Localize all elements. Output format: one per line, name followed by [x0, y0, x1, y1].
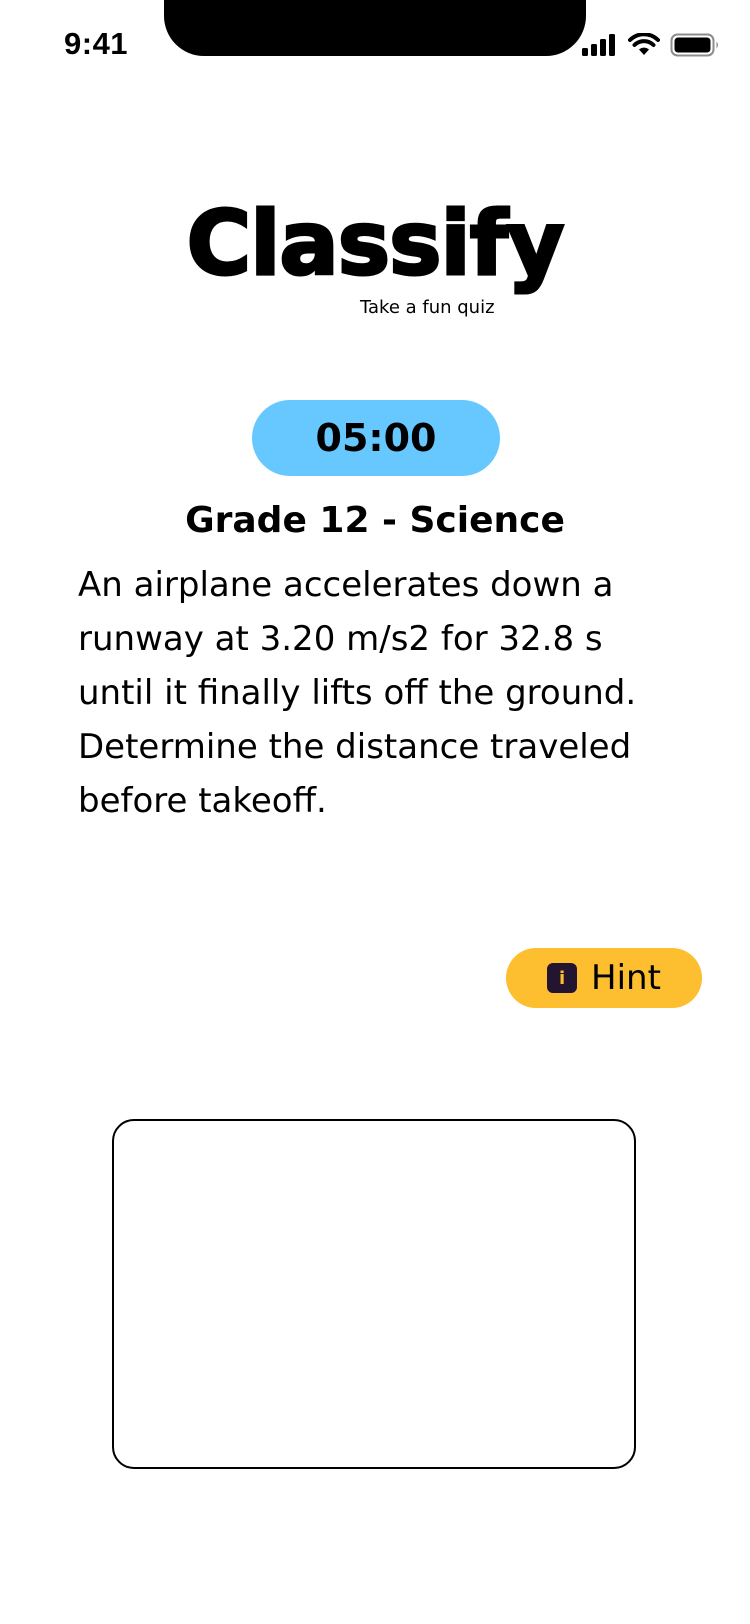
hint-button[interactable]: i Hint — [506, 948, 702, 1008]
status-time: 9:41 — [64, 26, 129, 61]
app-logo: Classify — [185, 192, 566, 295]
hint-label: Hint — [591, 958, 661, 998]
wifi-icon — [628, 32, 660, 61]
countdown-timer: 05:00 — [252, 400, 500, 476]
timer-value: 05:00 — [315, 416, 437, 460]
answer-input[interactable] — [112, 1119, 636, 1469]
quiz-subject: Grade 12 - Science — [185, 500, 565, 541]
device-notch — [164, 0, 586, 56]
battery-icon — [670, 33, 720, 61]
signal-icon — [582, 34, 618, 60]
question-text: An airplane accelerates down a runway at… — [78, 565, 637, 821]
info-icon: i — [547, 963, 578, 993]
status-icons — [582, 32, 720, 61]
app-tagline: Take a fun quiz — [360, 297, 495, 318]
